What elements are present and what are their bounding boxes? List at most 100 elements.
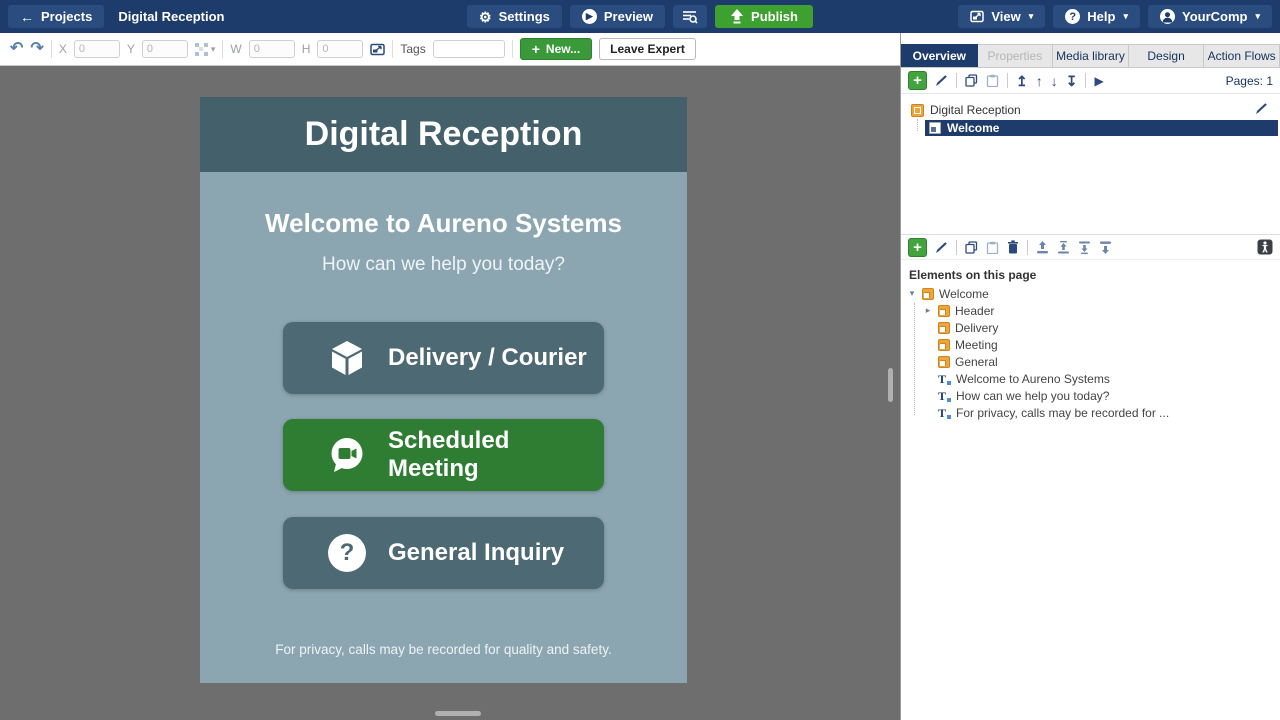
preview-label: Preview (604, 9, 653, 24)
navbar-left: ← Projects Digital Reception (8, 5, 467, 28)
account-menu-button[interactable]: YourComp ▾ (1148, 5, 1272, 28)
x-label: X (59, 42, 67, 56)
send-backward-icon[interactable] (1078, 241, 1091, 254)
play-page-icon[interactable]: ▶ (1094, 74, 1103, 88)
move-down-icon[interactable]: ↓ (1051, 74, 1058, 88)
kiosk-footer-note: For privacy, calls may be recorded for q… (200, 642, 687, 657)
gear-icon: ⚙ (479, 10, 492, 24)
caret-down-icon[interactable]: ▾ (907, 288, 917, 299)
accessibility-icon[interactable] (1257, 239, 1273, 255)
send-to-back-icon[interactable] (1099, 241, 1112, 254)
tags-input[interactable] (433, 40, 505, 58)
tab-overview[interactable]: Overview (901, 44, 978, 67)
list-search-icon (682, 10, 698, 24)
element-row-header[interactable]: ▸ Header (901, 302, 1280, 319)
divider (956, 73, 957, 88)
add-page-button[interactable]: + (908, 71, 927, 90)
tab-design[interactable]: Design (1129, 44, 1205, 67)
edit-toolbar: ↶ ↷ X Y ▾ W H Tags + New (0, 33, 900, 66)
paste-icon[interactable] (986, 74, 999, 87)
kiosk-header-title: Digital Reception (305, 115, 583, 154)
kiosk-body[interactable]: Welcome to Aureno Systems How can we hel… (200, 172, 687, 683)
bring-forward-icon[interactable] (1057, 241, 1070, 254)
element-row-general[interactable]: General (901, 353, 1280, 370)
edit-pencil-icon[interactable] (935, 74, 948, 87)
group-icon (938, 356, 950, 368)
elements-heading: Elements on this page (901, 260, 1280, 285)
leave-expert-button[interactable]: Leave Expert (599, 38, 696, 60)
height-field[interactable] (317, 40, 363, 58)
general-inquiry-label: General Inquiry (388, 539, 564, 567)
scheduled-meeting-button[interactable]: Scheduled Meeting (283, 419, 604, 491)
design-canvas[interactable]: Digital Reception Welcome to Aureno Syst… (0, 66, 900, 720)
caret-right-icon[interactable]: ▸ (923, 305, 933, 316)
anchor-select[interactable]: ▾ (195, 43, 216, 56)
move-to-top-icon[interactable]: ↥ (1016, 74, 1028, 88)
window-view-icon (970, 10, 984, 23)
rename-pencil-icon[interactable] (1255, 102, 1268, 115)
element-label: General (955, 355, 998, 369)
h-label: H (302, 42, 311, 56)
redo-icon[interactable]: ↷ (30, 41, 43, 57)
open-in-window-icon[interactable] (370, 43, 385, 56)
kiosk-header[interactable]: Digital Reception (200, 97, 687, 172)
kiosk-preview[interactable]: Digital Reception Welcome to Aureno Syst… (200, 97, 687, 683)
copy-icon[interactable] (965, 241, 978, 254)
tab-properties[interactable]: Properties (978, 44, 1054, 67)
search-logs-button[interactable] (673, 5, 707, 28)
canvas-vertical-scrollbar[interactable] (888, 368, 893, 402)
element-label: For privacy, calls may be recorded for .… (956, 406, 1169, 420)
width-field[interactable] (249, 40, 295, 58)
chevron-down-icon: ▾ (1123, 11, 1128, 22)
new-button[interactable]: + New... (520, 38, 592, 60)
element-row-privacy-text[interactable]: T For privacy, calls may be recorded for… (901, 404, 1280, 421)
element-row-welcome-text[interactable]: T Welcome to Aureno Systems (901, 370, 1280, 387)
chevron-down-icon: ▾ (1255, 11, 1260, 22)
top-navbar: ← Projects Digital Reception ⚙ Settings … (0, 0, 1280, 33)
bring-to-front-icon[interactable] (1036, 241, 1049, 254)
delivery-courier-button[interactable]: Delivery / Courier (283, 322, 604, 394)
help-circle-icon: ? (1065, 9, 1080, 24)
projects-button[interactable]: ← Projects (8, 5, 104, 28)
text-element-icon: T (938, 373, 951, 385)
publish-button[interactable]: Publish (715, 5, 813, 28)
tab-media-library[interactable]: Media library (1053, 44, 1129, 67)
view-menu-button[interactable]: View ▾ (958, 5, 1045, 28)
divider (1085, 73, 1086, 88)
user-circle-icon (1160, 9, 1175, 24)
settings-label: Settings (499, 9, 550, 24)
move-to-bottom-icon[interactable]: ↧ (1066, 74, 1078, 88)
x-field[interactable] (74, 40, 120, 58)
element-label: Delivery (955, 321, 998, 335)
divider (1007, 73, 1008, 88)
element-row-meeting[interactable]: Meeting (901, 336, 1280, 353)
paste-icon[interactable] (986, 241, 999, 254)
trash-icon[interactable] (1007, 240, 1019, 254)
copy-icon[interactable] (965, 74, 978, 87)
settings-button[interactable]: ⚙ Settings (467, 5, 562, 28)
tab-action-flows[interactable]: Action Flows (1204, 44, 1280, 67)
elements-toolbar: + (901, 234, 1280, 260)
move-up-icon[interactable]: ↑ (1036, 74, 1043, 88)
delivery-courier-label: Delivery / Courier (388, 344, 587, 372)
page-tree-row-welcome[interactable]: Welcome (925, 120, 1278, 136)
edit-pencil-icon[interactable] (935, 241, 948, 254)
right-panel: Overview Properties Media library Design… (900, 33, 1280, 720)
project-tree-label: Digital Reception (930, 103, 1021, 117)
general-inquiry-button[interactable]: ? General Inquiry (283, 517, 604, 589)
y-field[interactable] (142, 40, 188, 58)
project-tree-row[interactable]: Digital Reception (901, 102, 1280, 118)
canvas-horizontal-scrollbar[interactable] (435, 711, 481, 716)
navbar-center: ⚙ Settings ▶ Preview Publish (467, 5, 813, 28)
group-icon (938, 339, 950, 351)
group-icon (922, 288, 934, 300)
divider (512, 40, 513, 58)
element-row-help-text[interactable]: T How can we help you today? (901, 387, 1280, 404)
element-row-delivery[interactable]: Delivery (901, 319, 1280, 336)
undo-icon[interactable]: ↶ (10, 41, 23, 57)
element-row-welcome[interactable]: ▾ Welcome (901, 285, 1280, 302)
preview-button[interactable]: ▶ Preview (570, 5, 665, 28)
anchor-grid-icon (195, 43, 208, 56)
help-menu-button[interactable]: ? Help ▾ (1053, 5, 1140, 28)
add-element-button[interactable]: + (908, 238, 927, 257)
